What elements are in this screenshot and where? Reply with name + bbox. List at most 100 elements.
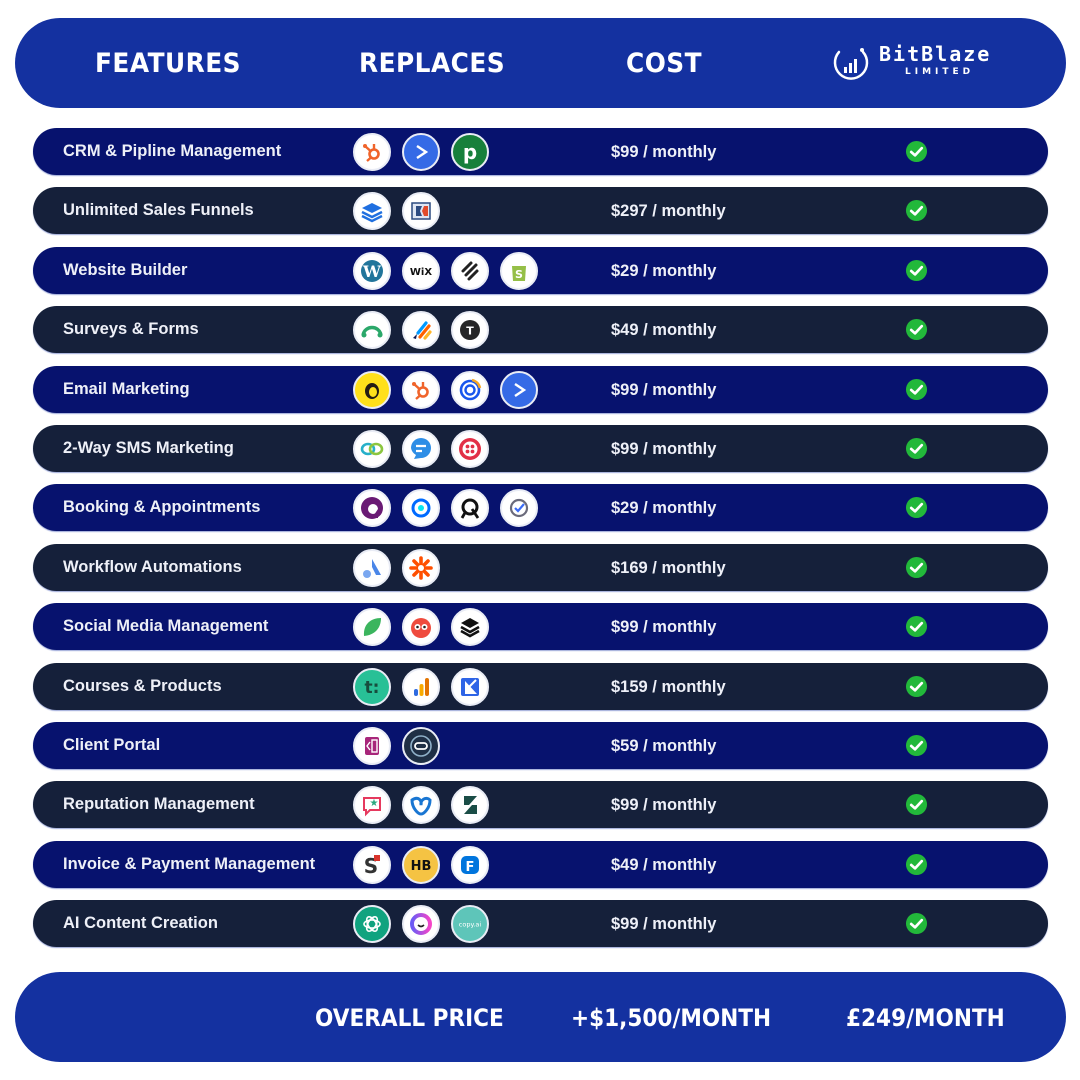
check-circle-icon	[905, 497, 928, 519]
replaced-apps	[353, 429, 489, 468]
buffer-icon	[451, 608, 489, 647]
check-circle-icon	[905, 140, 928, 163]
check-circle-icon	[905, 200, 928, 222]
check-circle-icon	[905, 675, 928, 697]
table-row: CRM & Pipline Management p $99 / monthly	[33, 128, 1048, 175]
monthly-cost: $49 / monthly	[611, 321, 717, 340]
brand-name: BitBlaze	[879, 42, 992, 66]
kajabi-icon	[451, 667, 489, 706]
table-row: Unlimited Sales Funnels $297 / monthly	[33, 187, 1048, 235]
zapier-icon	[402, 548, 440, 587]
features-column-header: FEATURES	[95, 48, 242, 79]
svg-text:W: W	[362, 262, 382, 281]
calendly-icon	[402, 489, 440, 528]
table-row: Website Builder W WiX S $29 / monthly	[33, 246, 1048, 294]
jasper-icon	[402, 905, 440, 944]
monthly-cost: $99 / monthly	[611, 915, 717, 934]
table-row: Booking & Appointments $29 / monthly	[33, 484, 1048, 532]
check-circle-icon	[905, 853, 928, 875]
table-row: Invoice & Payment Management S HB F $49 / mo…	[33, 840, 1048, 888]
check-circle-icon	[905, 378, 928, 400]
monthly-cost: $49 / monthly	[611, 855, 717, 874]
table-row: Workflow Automations $169 / monthly	[33, 543, 1048, 591]
hubspot-icon	[353, 133, 391, 171]
mailchimp-icon	[353, 370, 391, 409]
table-row: Social Media Management $99 / monthly	[33, 603, 1048, 651]
twilio-icon	[451, 429, 489, 468]
table-row: Reputation Management ★ $99 / monthly	[33, 781, 1048, 829]
sprout-social-icon	[353, 608, 391, 647]
leadpages-icon	[353, 192, 391, 231]
checkmark-clock-icon	[500, 489, 538, 528]
activecampaign-a-icon	[353, 548, 391, 587]
feature-table: CRM & Pipline Management p $99 / monthly Un…	[33, 128, 1048, 959]
shopify-icon: S	[500, 251, 538, 290]
svg-text:S: S	[515, 268, 523, 281]
check-circle-icon	[905, 913, 928, 935]
table-row: AI Content Creation copy.ai $99 / monthly	[33, 900, 1048, 948]
replaced-apps: t:	[353, 667, 489, 706]
svg-text:WiX: WiX	[410, 267, 432, 278]
honeybook-icon: HB	[402, 845, 440, 884]
feature-name: AI Content Creation	[63, 914, 218, 933]
scheduler-icon	[451, 489, 489, 528]
brand-logo: BitBlaze LIMITED	[817, 40, 1017, 86]
replaced-apps	[353, 192, 440, 231]
feature-name: CRM & Pipline Management	[63, 142, 282, 160]
check-circle-icon	[905, 556, 928, 578]
feature-name: Website Builder	[63, 260, 188, 279]
hubspot-icon	[402, 370, 440, 409]
jotform-icon	[402, 311, 440, 350]
svg-text:t:: t:	[365, 678, 380, 698]
teachable-icon: t:	[353, 667, 391, 706]
table-header: FEATURES REPLACES COST BitBlaze LIMITED	[15, 18, 1066, 108]
replaced-apps	[353, 370, 538, 409]
monthly-cost: $169 / monthly	[611, 558, 726, 577]
monthly-cost: $59 / monthly	[611, 736, 717, 755]
table-row: Surveys & Forms T $49 / monthly	[33, 306, 1048, 354]
wordpress-icon: W	[353, 251, 391, 290]
replaced-apps: T	[353, 311, 489, 350]
monthly-cost: $29 / monthly	[611, 261, 717, 280]
replaced-apps: copy.ai	[353, 905, 489, 944]
replaced-apps: W WiX S	[353, 251, 538, 290]
typeform-icon: T	[451, 311, 489, 350]
chatgpt-icon	[353, 905, 391, 944]
svg-text:★: ★	[370, 798, 379, 809]
replaces-column-header: REPLACES	[359, 48, 506, 79]
feature-name: Unlimited Sales Funnels	[63, 201, 254, 220]
squarespace-icon	[451, 251, 489, 290]
competitor-total-price: +$1,500/MONTH	[571, 1004, 772, 1032]
feature-name: Surveys & Forms	[63, 320, 199, 339]
birdeye-icon	[402, 786, 440, 825]
bar-chart-circle-icon	[833, 48, 869, 80]
activecampaign-icon	[402, 133, 440, 171]
cost-column-header: COST	[626, 48, 703, 79]
table-row: Courses & Products t: $159 / monthly	[33, 662, 1048, 710]
table-row: Client Portal $59 / monthly	[33, 721, 1048, 769]
replaced-apps: ★	[353, 786, 489, 825]
monthly-cost: $99 / monthly	[611, 439, 717, 458]
svg-text:copy.ai: copy.ai	[459, 921, 482, 929]
table-row: Email Marketing $99 / monthly	[33, 365, 1048, 413]
check-circle-icon	[905, 734, 928, 756]
review-star-icon: ★	[353, 786, 391, 825]
monthly-cost: $99 / monthly	[611, 796, 717, 815]
check-circle-icon	[905, 259, 928, 281]
feature-name: Booking & Appointments	[63, 498, 261, 517]
svg-text:p: p	[463, 140, 477, 164]
replaced-apps	[353, 489, 538, 528]
feature-name: Social Media Management	[63, 617, 269, 636]
hootsuite-icon	[402, 608, 440, 647]
s-payments-icon: S	[353, 845, 391, 884]
activecampaign-icon	[500, 370, 538, 409]
check-circle-icon	[905, 319, 928, 341]
replaced-apps	[353, 608, 489, 647]
portal-book-icon	[353, 726, 391, 765]
check-circle-icon	[905, 616, 928, 638]
replaced-apps	[353, 548, 440, 587]
freshbooks-icon: F	[451, 845, 489, 884]
pipedrive-icon: p	[451, 133, 489, 171]
feature-name: Workflow Automations	[63, 557, 242, 576]
message-bubble-icon	[402, 429, 440, 468]
